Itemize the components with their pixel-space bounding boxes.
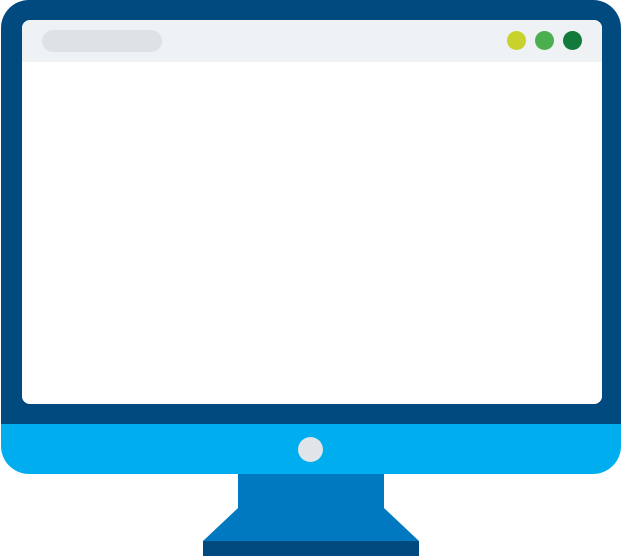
window-dot-dark-green-icon[interactable] [563,31,582,50]
stand-base-top [203,508,419,541]
address-bar[interactable] [42,30,162,52]
browser-content-area [22,62,602,404]
power-button-icon[interactable] [298,437,323,462]
monitor-screen [22,20,602,404]
stand-neck [238,470,384,512]
monitor-frame [1,0,621,474]
stand-base-bottom [203,541,419,556]
window-dot-green-icon[interactable] [535,31,554,50]
window-dot-yellow-icon[interactable] [507,31,526,50]
browser-toolbar [22,20,602,62]
desktop-monitor-illustration [0,0,622,556]
